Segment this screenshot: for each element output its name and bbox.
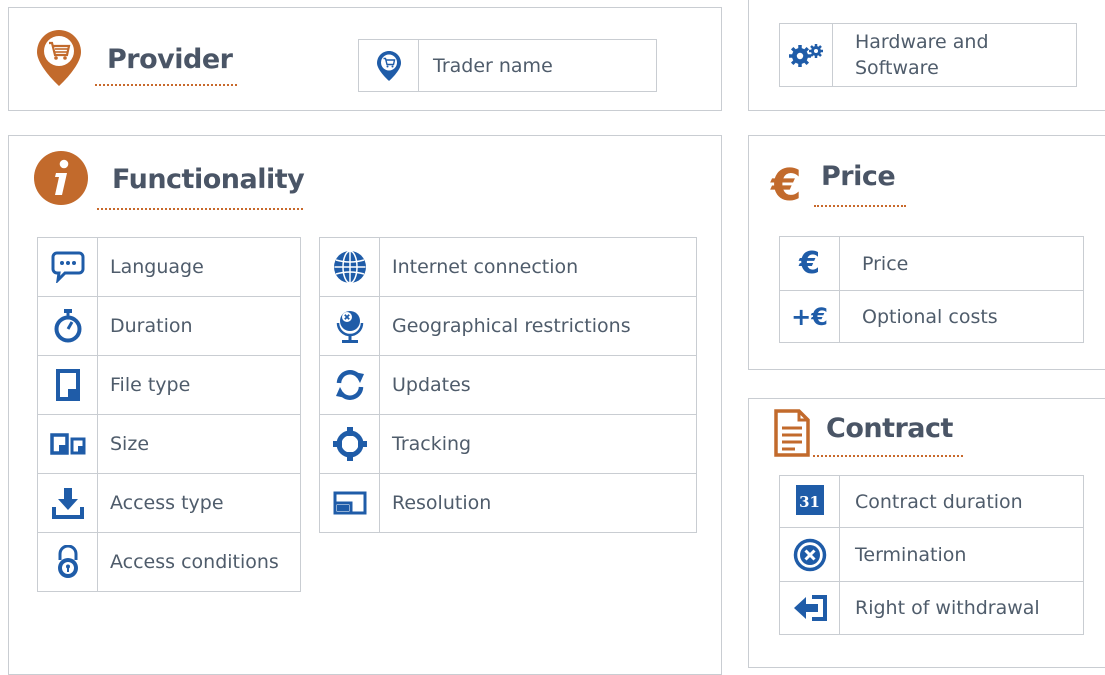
contract-table: 31 Contract duration Termination Right o… (779, 475, 1084, 635)
calendar-icon: 31 (795, 484, 824, 515)
price-title-underline (814, 205, 906, 207)
table-row: Hardware and Software (779, 23, 1077, 87)
updates-icon-cell (319, 355, 380, 415)
contract-title-underline (813, 455, 963, 457)
table-row: Duration (37, 296, 301, 356)
duration-label: Duration (97, 296, 301, 356)
withdrawal-icon-cell (779, 581, 840, 635)
crosshair-icon (320, 426, 379, 462)
price-icon-cell: € (779, 236, 840, 291)
contract-panel: Contract 31 Contract duration Terminatio… (748, 398, 1105, 668)
optional-costs-label: Optional costs (839, 290, 1084, 343)
document-icon (773, 408, 811, 458)
shop-pin-icon (359, 50, 418, 81)
price-panel: € Price € Price +€ Optional costs (748, 135, 1105, 370)
geographical-restrictions-label: Geographical restrictions (379, 296, 697, 356)
euro-icon: € (799, 246, 820, 281)
provider-title-underline (95, 84, 237, 86)
file-type-icon-cell (37, 355, 98, 415)
access-conditions-icon-cell (37, 532, 98, 592)
contract-duration-label: Contract duration (839, 475, 1084, 528)
table-row: 31 Contract duration (779, 475, 1084, 528)
speech-bubble-icon (38, 251, 97, 283)
table-row: Size (37, 414, 301, 474)
table-row: Termination (779, 527, 1084, 582)
functionality-title-underline (97, 208, 303, 210)
table-row: Language (37, 237, 301, 297)
termination-icon-cell (779, 527, 840, 582)
geo-icon-cell (319, 296, 380, 356)
table-row: Tracking (319, 414, 697, 474)
functionality-right-table: Internet connection Geographical restric… (319, 237, 697, 533)
hardware-label: Hardware and Software (832, 23, 1077, 87)
refresh-icon (320, 369, 379, 401)
size-icon-cell (37, 414, 98, 474)
euro-title-icon: € (771, 160, 802, 211)
functionality-panel: Functionality Language Duration File typ… (8, 135, 722, 675)
hardware-label-line1: Hardware and (855, 31, 989, 53)
resolution-label: Resolution (379, 473, 697, 533)
info-icon (34, 151, 88, 205)
tracking-label: Tracking (379, 414, 697, 474)
resolution-icon (320, 491, 379, 515)
table-row: Internet connection (319, 237, 697, 297)
table-row: Resolution (319, 473, 697, 533)
hardware-icon-cell (779, 23, 833, 87)
hardware-label-line2: Software (855, 57, 939, 79)
tracking-icon-cell (319, 414, 380, 474)
provider-table: Trader name (358, 39, 657, 92)
language-label: Language (97, 237, 301, 297)
trader-name-label: Trader name (418, 39, 657, 92)
internet-connection-label: Internet connection (379, 237, 697, 297)
plus-euro-icon: +€ (791, 302, 828, 331)
table-row: Trader name (358, 39, 657, 92)
table-row: Updates (319, 355, 697, 415)
table-row: File type (37, 355, 301, 415)
price-label: Price (839, 236, 1084, 291)
table-row: Geographical restrictions (319, 296, 697, 356)
hardware-panel: Hardware and Software (748, 0, 1105, 111)
withdraw-arrow-icon (780, 594, 839, 622)
blocked-globe-icon (320, 307, 379, 345)
stopwatch-icon (38, 309, 97, 343)
hardware-table: Hardware and Software (779, 23, 1077, 87)
provider-title: Provider (107, 44, 233, 75)
table-row: € Price (779, 236, 1084, 291)
table-row: Access type (37, 473, 301, 533)
duration-icon-cell (37, 296, 98, 356)
globe-icon (320, 249, 379, 285)
optional-costs-icon-cell: +€ (779, 290, 840, 343)
download-icon (38, 487, 97, 519)
price-table: € Price +€ Optional costs (779, 236, 1084, 343)
resolution-icon-cell (319, 473, 380, 533)
access-type-icon-cell (37, 473, 98, 533)
contract-duration-icon-cell: 31 (779, 475, 840, 528)
access-conditions-label: Access conditions (97, 532, 301, 592)
right-of-withdrawal-label: Right of withdrawal (839, 581, 1084, 635)
file-icon (38, 369, 97, 401)
functionality-title: Functionality (112, 164, 305, 195)
provider-panel: Provider Trader name (8, 7, 722, 111)
file-type-label: File type (97, 355, 301, 415)
language-icon-cell (37, 237, 98, 297)
cancel-circle-icon (780, 538, 839, 572)
table-row: +€ Optional costs (779, 290, 1084, 343)
updates-label: Updates (379, 355, 697, 415)
internet-icon-cell (319, 237, 380, 297)
functionality-left-table: Language Duration File type Size Access … (37, 237, 301, 592)
contract-title: Contract (826, 413, 953, 444)
padlock-icon (38, 545, 97, 579)
size-icon (38, 433, 97, 455)
access-type-label: Access type (97, 473, 301, 533)
provider-pin-icon (37, 30, 81, 86)
gears-icon (780, 42, 832, 68)
termination-label: Termination (839, 527, 1084, 582)
calendar-day: 31 (799, 492, 820, 511)
trader-icon-cell (358, 39, 419, 92)
table-row: Right of withdrawal (779, 581, 1084, 635)
price-title: Price (821, 161, 896, 192)
size-label: Size (97, 414, 301, 474)
table-row: Access conditions (37, 532, 301, 592)
